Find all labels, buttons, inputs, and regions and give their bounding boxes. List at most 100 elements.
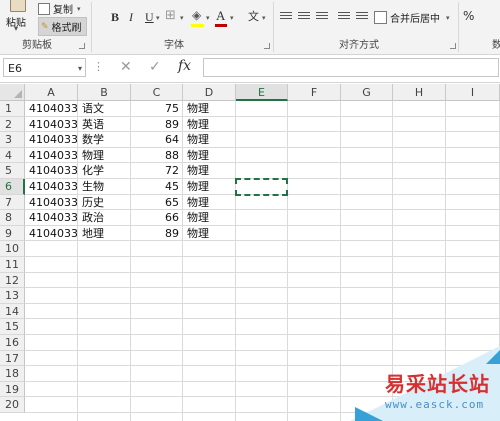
align-center-icon[interactable] <box>298 12 310 21</box>
row-header-6[interactable]: 6 <box>0 179 25 195</box>
selected-cell-marquee[interactable] <box>235 178 288 196</box>
row-header-1[interactable]: 1 <box>0 101 25 117</box>
cell-a8[interactable]: 41040337 <box>29 210 77 226</box>
row-header-7[interactable]: 7 <box>0 194 25 211</box>
row-header-13[interactable]: 13 <box>0 288 25 304</box>
column-header-h[interactable]: H <box>393 84 446 101</box>
cell-d2[interactable]: 物理 <box>187 117 235 133</box>
cancel-icon[interactable]: ✕ <box>120 59 132 75</box>
cell-a2[interactable]: 41040331 <box>29 117 77 133</box>
row-header-8[interactable]: 8 <box>0 210 25 226</box>
column-header-e[interactable]: E <box>236 84 288 101</box>
format-painter-button[interactable]: ✎ 格式刷 <box>38 17 87 36</box>
cell-d6[interactable]: 物理 <box>187 179 235 195</box>
row-header-19[interactable]: 19 <box>0 381 25 398</box>
cell-a9[interactable]: 41040338 <box>29 226 77 242</box>
bold-button[interactable]: B <box>111 10 119 25</box>
cell-b2[interactable]: 英语 <box>82 117 130 133</box>
column-header-a[interactable]: A <box>25 84 78 101</box>
align-left-icon[interactable] <box>280 12 292 21</box>
cell-b9[interactable]: 地理 <box>82 226 130 242</box>
cell-a6[interactable]: 41040335 <box>29 179 77 195</box>
cell-c1[interactable]: 75 <box>131 101 179 117</box>
select-all-button[interactable] <box>0 84 25 101</box>
cell-a7[interactable]: 41040336 <box>29 195 77 211</box>
cell-a4[interactable]: 41040333 <box>29 148 77 164</box>
cell-b1[interactable]: 语文 <box>82 101 130 117</box>
clipboard-launcher-icon[interactable] <box>79 43 85 49</box>
align-right-icon[interactable] <box>316 12 328 21</box>
cell-b4[interactable]: 物理 <box>82 148 130 164</box>
cell-a5[interactable]: 41040334 <box>29 163 77 179</box>
chevron-down-icon[interactable]: ▾ <box>180 14 184 22</box>
chevron-down-icon[interactable]: ▾ <box>230 14 234 22</box>
cell-c5[interactable]: 72 <box>131 163 179 179</box>
column-header-d[interactable]: D <box>183 84 236 101</box>
row-header-17[interactable]: 17 <box>0 350 25 367</box>
chevron-down-icon[interactable]: ▾ <box>156 14 160 22</box>
cell-b8[interactable]: 政治 <box>82 210 130 226</box>
cell-b5[interactable]: 化学 <box>82 163 130 179</box>
column-header-g[interactable]: G <box>341 84 393 101</box>
chevron-down-icon[interactable]: ▾ <box>262 14 266 22</box>
row-header-20[interactable]: 20 <box>0 397 25 413</box>
cell-d7[interactable]: 物理 <box>187 195 235 211</box>
column-header-f[interactable]: F <box>288 84 341 101</box>
alignment-launcher-icon[interactable] <box>450 43 456 49</box>
cell-c4[interactable]: 88 <box>131 148 179 164</box>
cell-b3[interactable]: 数学 <box>82 132 130 148</box>
cell-d3[interactable]: 物理 <box>187 132 235 148</box>
row-header-2[interactable]: 2 <box>0 116 25 133</box>
fill-color-icon[interactable]: ◈ <box>192 8 201 22</box>
cell-c7[interactable]: 65 <box>131 195 179 211</box>
row-header-11[interactable]: 11 <box>0 257 25 273</box>
increase-indent-icon[interactable] <box>356 12 368 21</box>
row-header-18[interactable]: 18 <box>0 366 25 382</box>
cell-d8[interactable]: 物理 <box>187 210 235 226</box>
cell-d9[interactable]: 物理 <box>187 226 235 242</box>
row-header-5[interactable]: 5 <box>0 163 25 179</box>
decrease-indent-icon[interactable] <box>338 12 350 21</box>
column-header-b[interactable]: B <box>78 84 131 101</box>
cell-d4[interactable]: 物理 <box>187 148 235 164</box>
column-header-c[interactable]: C <box>131 84 183 101</box>
row-header-14[interactable]: 14 <box>0 303 25 320</box>
paste-button[interactable]: 粘贴 ▾ <box>0 0 34 36</box>
column-header-i[interactable]: I <box>446 84 500 101</box>
cell-c2[interactable]: 89 <box>131 117 179 133</box>
cell-b7[interactable]: 历史 <box>82 195 130 211</box>
chevron-down-icon[interactable]: ▾ <box>206 14 210 22</box>
row-header-9[interactable]: 9 <box>0 225 25 242</box>
italic-button[interactable]: I <box>129 10 133 25</box>
row-header-12[interactable]: 12 <box>0 272 25 289</box>
row-header-15[interactable]: 15 <box>0 319 25 335</box>
format-painter-label: 格式刷 <box>51 23 82 34</box>
more-icon[interactable]: ⋮ <box>93 60 104 73</box>
row-header-3[interactable]: 3 <box>0 132 25 148</box>
formula-input[interactable] <box>203 58 499 77</box>
insert-function-button[interactable]: fx <box>178 58 191 74</box>
confirm-icon[interactable]: ✓ <box>149 59 161 75</box>
phonetic-guide-button[interactable]: 文 <box>248 8 259 24</box>
cell-c3[interactable]: 64 <box>131 132 179 148</box>
percent-style-button[interactable]: % <box>463 9 474 23</box>
copy-button[interactable]: 复制 ▾ <box>38 1 81 16</box>
chevron-down-icon[interactable]: ▾ <box>78 59 82 78</box>
row-header-16[interactable]: 16 <box>0 335 25 351</box>
name-box[interactable]: E6 ▾ <box>3 58 86 77</box>
font-launcher-icon[interactable] <box>264 43 270 49</box>
cell-c8[interactable]: 66 <box>131 210 179 226</box>
merge-center-button[interactable]: 合并后居中 ▾ <box>374 10 450 25</box>
cell-a3[interactable]: 41040332 <box>29 132 77 148</box>
row-header-4[interactable]: 4 <box>0 147 25 164</box>
cell-c6[interactable]: 45 <box>131 179 179 195</box>
row-header-10[interactable]: 10 <box>0 241 25 257</box>
font-color-button[interactable]: A <box>216 8 225 24</box>
cell-d1[interactable]: 物理 <box>187 101 235 117</box>
cell-a1[interactable]: 41040330 <box>29 101 77 117</box>
cell-b6[interactable]: 生物 <box>82 179 130 195</box>
cell-c9[interactable]: 89 <box>131 226 179 242</box>
cell-d5[interactable]: 物理 <box>187 163 235 179</box>
border-icon[interactable]: ⊞ <box>165 8 176 23</box>
underline-button[interactable]: U <box>145 10 154 25</box>
